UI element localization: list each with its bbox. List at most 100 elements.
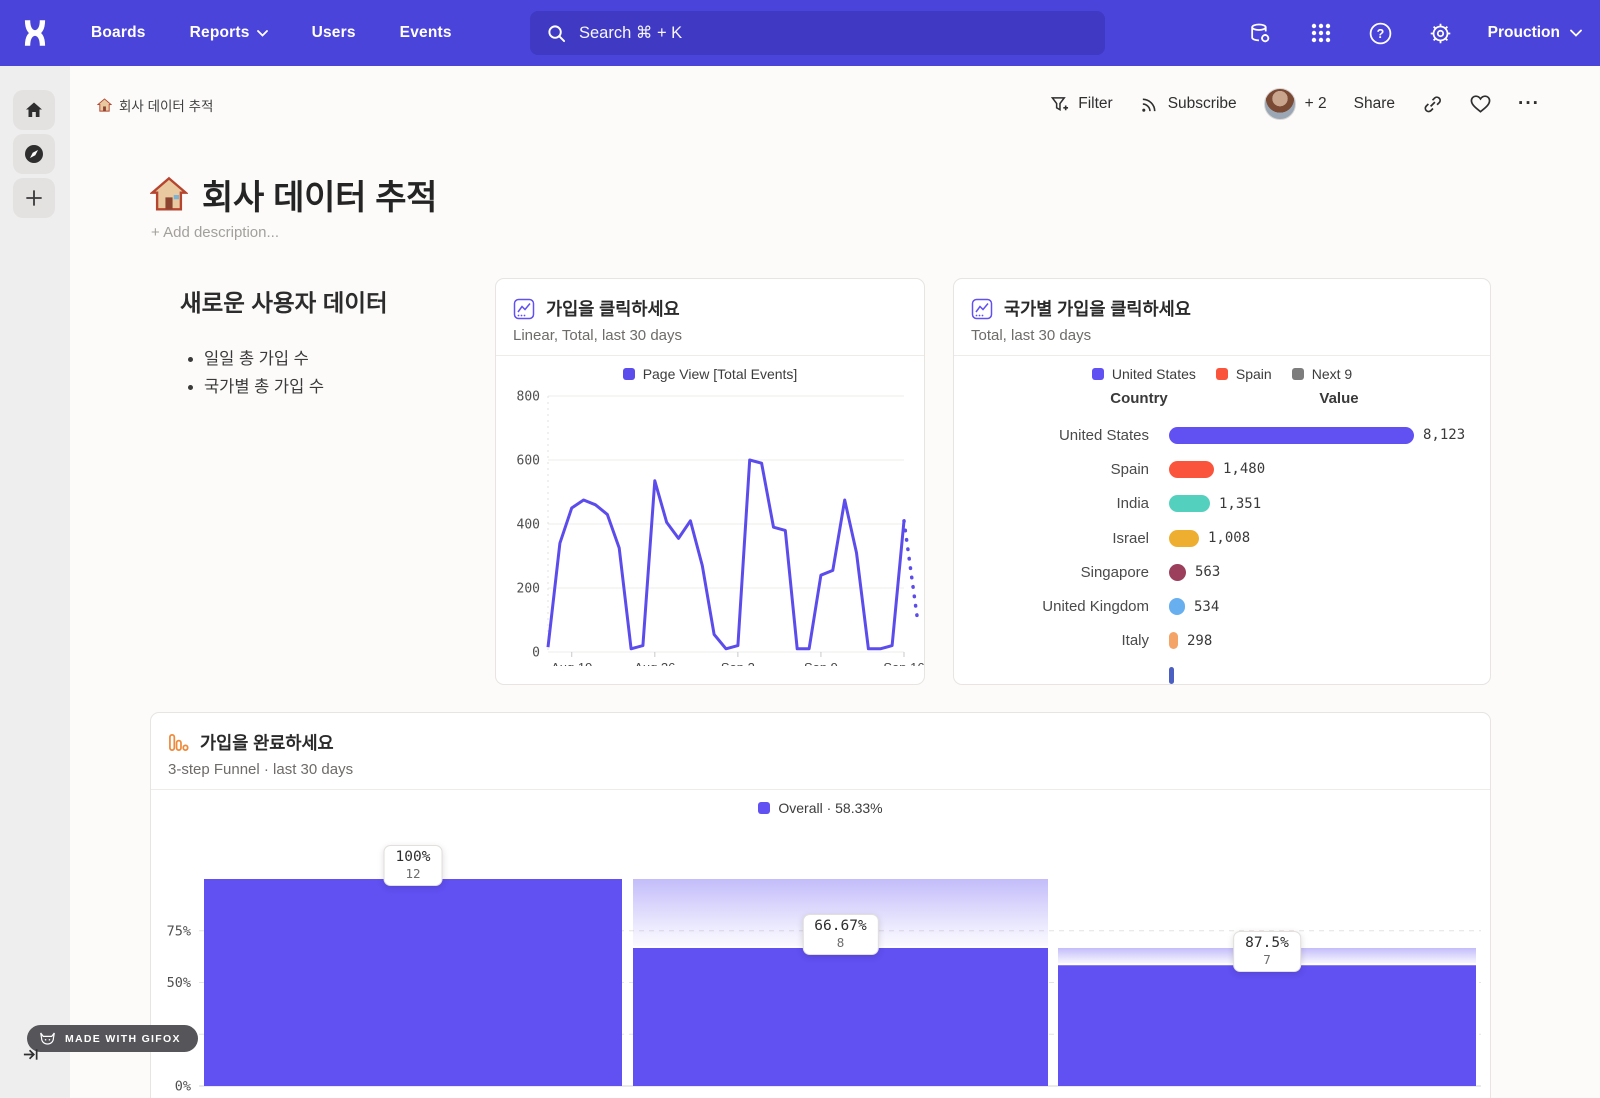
value-bar[interactable] (1169, 530, 1199, 547)
bullet-item: 국가별 총 가입 수 (204, 374, 480, 402)
line-series-path[interactable] (548, 460, 904, 649)
legend: Page View [Total Events] (496, 366, 924, 382)
nav-item-events[interactable]: Events (400, 24, 452, 42)
table-row[interactable]: Singapore 563 (954, 555, 1490, 589)
avatar[interactable] (1264, 88, 1296, 120)
x-tick-label: Sep 2 (721, 660, 755, 666)
table-row[interactable]: United States8,123 (954, 418, 1490, 452)
line-chart[interactable]: 0200400600800Aug 19Aug 26Sep 2Sep 9Sep 1… (496, 384, 924, 666)
nav-label: Boards (91, 24, 146, 42)
add-description-button[interactable]: + Add description... (151, 224, 279, 241)
card-title: 국가별 가입을 클릭하세요 (1004, 296, 1191, 321)
heart-icon (1470, 94, 1491, 114)
insights-report-icon (971, 298, 993, 320)
value-label: 563 (1195, 564, 1220, 580)
legend-item[interactable]: Next 9 (1292, 366, 1352, 382)
link-icon (1422, 94, 1443, 115)
table-row[interactable]: Spain1,480 (954, 452, 1490, 486)
left-sidebar (0, 66, 70, 1098)
home-icon (24, 100, 44, 120)
value-label: 298 (1187, 633, 1212, 649)
legend-swatch (1292, 368, 1304, 380)
sidebar-add-button[interactable] (13, 178, 55, 218)
collapse-sidebar-icon[interactable] (22, 1046, 39, 1068)
legend-item[interactable]: Overall · 58.33% (758, 800, 882, 816)
funnel-step-bar[interactable] (204, 879, 622, 1086)
y-tick-label: 200 (517, 582, 540, 597)
mixpanel-logo-icon[interactable] (14, 12, 56, 54)
value-bar[interactable] (1169, 427, 1414, 444)
funnel-step-bar[interactable] (633, 948, 1048, 1086)
conversion-percent: 100% (396, 849, 431, 865)
main-nav: Boards Reports Users Events (91, 0, 452, 66)
bullet-item: 일일 총 가입 수 (204, 346, 480, 374)
text-card-new-user-data: 새로운 사용자 데이터 일일 총 가입 수 국가별 총 가입 수 (180, 284, 480, 401)
value-bar[interactable] (1169, 598, 1185, 615)
page-title-text: 회사 데이터 추적 (202, 170, 437, 219)
x-tick-label: Aug 26 (634, 660, 675, 666)
chevron-down-icon (1570, 29, 1582, 37)
value-bar[interactable] (1169, 495, 1210, 512)
page-title: 회사 데이터 추적 (150, 170, 437, 219)
funnel-step-bar[interactable] (1058, 965, 1476, 1086)
breadcrumb[interactable]: 회사 데이터 추적 (97, 95, 213, 115)
nav-item-users[interactable]: Users (312, 24, 356, 42)
breadcrumb-label: 회사 데이터 추적 (119, 95, 213, 115)
card-subtitle: Linear, Total, last 30 days (496, 321, 924, 355)
project-name: Prouction (1488, 24, 1560, 42)
country-label: Spain (954, 461, 1169, 478)
fox-icon (39, 1031, 56, 1046)
y-tick-label: 600 (517, 454, 540, 469)
card-bar-by-country[interactable]: 국가별 가입을 클릭하세요 Total, last 30 days United… (953, 278, 1491, 685)
legend-item[interactable]: Page View [Total Events] (623, 366, 798, 382)
table-row[interactable]: United Kingdom534 (954, 589, 1490, 623)
table-row[interactable]: Israel1,008 (954, 521, 1490, 555)
country-label: Italy (954, 632, 1169, 649)
chevron-down-icon (257, 30, 268, 37)
card-funnel[interactable]: 가입을 완료하세요 3-step Funnel · last 30 days O… (150, 712, 1491, 1098)
legend-item[interactable]: Spain (1216, 366, 1272, 382)
subscribe-button[interactable]: Subscribe (1140, 95, 1237, 114)
divider (954, 355, 1490, 356)
table-row[interactable]: Italy 298 (954, 624, 1490, 658)
house-emoji-icon (150, 176, 188, 214)
search-icon (547, 24, 566, 43)
legend-item[interactable]: United States (1092, 366, 1196, 382)
card-line-chart[interactable]: 가입을 클릭하세요 Linear, Total, last 30 days Pa… (495, 278, 925, 685)
value-label: 1,008 (1208, 530, 1250, 546)
country-label: India (954, 495, 1169, 512)
value-bar[interactable] (1169, 461, 1214, 478)
app-screen: Boards Reports Users Events Search ⌘ + K (0, 0, 1600, 1098)
data-management-icon[interactable] (1248, 20, 1274, 46)
plus-icon (25, 189, 43, 207)
collaborators[interactable]: + 2 (1264, 88, 1327, 120)
filter-button[interactable]: Filter (1050, 95, 1112, 114)
favorite-button[interactable] (1470, 94, 1491, 114)
more-options-button[interactable]: ··· (1518, 93, 1540, 115)
x-tick-label: Sep 9 (804, 660, 838, 666)
column-header-value: Value (1284, 390, 1394, 407)
country-label: Singapore (954, 564, 1169, 581)
sidebar-discover-button[interactable] (13, 134, 55, 174)
nav-label: Events (400, 24, 452, 42)
apps-grid-icon[interactable] (1308, 20, 1334, 46)
share-button[interactable]: Share (1354, 95, 1395, 113)
project-switcher[interactable]: Prouction (1488, 24, 1582, 42)
line-projection-dotted (904, 521, 918, 623)
subscribe-rss-icon (1140, 95, 1159, 114)
nav-item-boards[interactable]: Boards (91, 24, 146, 42)
table-row[interactable]: India1,351 (954, 487, 1490, 521)
sidebar-home-button[interactable] (13, 90, 55, 130)
nav-item-reports[interactable]: Reports (190, 24, 268, 42)
settings-gear-icon[interactable] (1428, 20, 1454, 46)
country-label: United Kingdom (954, 598, 1169, 615)
text-card-heading: 새로운 사용자 데이터 (180, 284, 480, 318)
share-label: Share (1354, 95, 1395, 113)
value-bar[interactable] (1169, 632, 1178, 649)
gifox-badge[interactable]: MADE WITH GIFOX (27, 1025, 198, 1052)
legend: Overall · 58.33% (151, 800, 1490, 816)
search-input[interactable]: Search ⌘ + K (530, 11, 1105, 55)
help-icon[interactable]: ? (1368, 20, 1394, 46)
value-bar[interactable] (1169, 564, 1186, 581)
copy-link-button[interactable] (1422, 94, 1443, 115)
